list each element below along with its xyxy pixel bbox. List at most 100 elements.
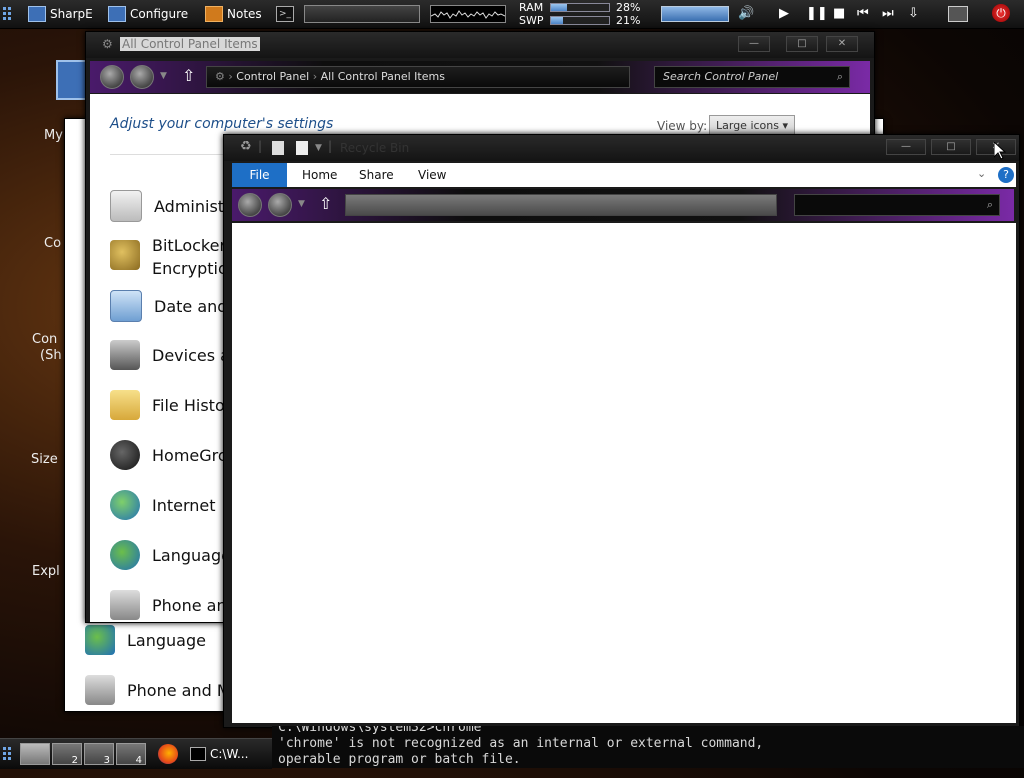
item-language-label: Language — [152, 545, 231, 565]
notes-button[interactable]: Notes — [205, 4, 262, 24]
address-bar[interactable] — [345, 194, 777, 216]
search-icon[interactable]: ⌕ — [987, 195, 993, 215]
up-arrow-icon[interactable]: ⇧ — [182, 66, 195, 85]
item-homegroup[interactable]: HomeGrou — [110, 440, 238, 470]
workspace-4[interactable]: 4 — [116, 743, 146, 766]
maximize-button[interactable]: □ — [931, 139, 971, 155]
expand-ribbon-icon[interactable]: ⌄ — [977, 167, 986, 180]
item-administrative-tools[interactable]: Administr — [110, 190, 231, 222]
tab-view[interactable]: View — [418, 163, 446, 187]
item-file-history[interactable]: File Histo — [110, 390, 225, 420]
desktop-label-con[interactable]: Con — [32, 332, 57, 347]
desktop-label-sh[interactable]: (Sh — [40, 348, 62, 363]
page-heading: Adjust your computer's settings — [110, 116, 334, 132]
recycle-bin-window-icon: ♻ — [240, 139, 252, 154]
properties-icon[interactable] — [272, 141, 284, 155]
homegroup-icon — [110, 440, 140, 470]
breadcrumb-control-panel[interactable]: Control Panel — [236, 70, 309, 83]
address-bar[interactable]: ⚙ › Control Panel › All Control Panel It… — [206, 66, 630, 88]
item-phone-modem[interactable]: Phone and — [110, 590, 237, 620]
file-list-area[interactable] — [232, 223, 1016, 723]
sharpe-button[interactable]: SharpE — [28, 4, 93, 24]
next-icon[interactable]: ⏭ — [882, 6, 894, 21]
power-icon[interactable]: ⏻ — [992, 4, 1010, 22]
console-line-1: C:\Windows\system32>chrome — [278, 726, 482, 735]
tab-share[interactable]: Share — [359, 163, 394, 187]
control-panel-navbar: ▼ ⇧ ⚙ › Control Panel › All Control Pane… — [90, 61, 870, 93]
speaker-icon[interactable]: 🔊 — [738, 6, 754, 21]
windows-switch-icon[interactable] — [948, 6, 968, 22]
previous-icon[interactable]: ⏮ — [857, 6, 869, 21]
maximize-button[interactable]: □ — [786, 36, 818, 52]
item-bitlocker[interactable]: BitLocker Encryptio — [110, 234, 228, 280]
search-input[interactable]: ⌕ — [794, 194, 1000, 216]
pause-icon[interactable]: ❚❚ — [806, 6, 828, 21]
item-devices-printers[interactable]: Devices a — [110, 340, 230, 370]
tab-file[interactable]: File — [232, 163, 287, 187]
configure-label: Configure — [130, 7, 189, 21]
recent-dropdown-icon[interactable]: ▼ — [160, 71, 167, 81]
item-date-time-label: Date and — [154, 296, 228, 316]
item-date-time[interactable]: Date and — [110, 290, 227, 322]
forward-arrow-icon[interactable] — [268, 193, 292, 217]
new-folder-icon[interactable] — [296, 141, 308, 155]
ram-value: 28% — [616, 1, 641, 14]
minimize-button[interactable]: — — [738, 36, 770, 52]
item-internet-options[interactable]: Internet — [110, 490, 216, 520]
back-item-language[interactable]: Language — [85, 625, 206, 655]
control-panel-window-title: All Control Panel Items — [120, 37, 260, 51]
tray-icon[interactable]: ⇩ — [908, 6, 919, 21]
search-placeholder: Search Control Panel — [663, 70, 779, 83]
tab-home[interactable]: Home — [302, 163, 337, 187]
close-button[interactable]: ✕ — [826, 36, 858, 52]
recent-dropdown-icon[interactable]: ▼ — [298, 199, 305, 209]
workspace-3[interactable]: 3 — [84, 743, 114, 766]
breadcrumb-all-items[interactable]: All Control Panel Items — [321, 70, 445, 83]
workspace-1[interactable] — [20, 743, 50, 765]
item-language[interactable]: Language — [110, 540, 231, 570]
swp-bar — [550, 16, 610, 25]
control-panel-titlebar[interactable]: ⚙ All Control Panel Items — □ ✕ — [86, 32, 874, 58]
item-administrative-tools-label: Administr — [154, 196, 231, 216]
recycle-bin-titlebar[interactable]: ♻ | ▼ | Recycle Bin — □ ✕ — [224, 135, 1019, 161]
workspace-2[interactable]: 2 — [52, 743, 82, 766]
devices-icon — [110, 340, 140, 370]
console-window[interactable]: C:\Windows\system32>chrome'chrome' is no… — [272, 726, 1024, 768]
firefox-icon[interactable] — [158, 744, 178, 764]
console-line-2: 'chrome' is not recognized as an interna… — [278, 736, 764, 751]
desktop-label-co[interactable]: Co — [44, 236, 61, 251]
stop-icon[interactable]: ■ — [833, 6, 845, 21]
back-item-phone[interactable]: Phone and Mo — [85, 675, 240, 705]
top-panel: SharpE Configure Notes >_ RAM SWP 28% 21… — [0, 0, 1024, 29]
control-panel-icon: ⚙ › — [215, 70, 233, 83]
search-icon[interactable]: ⌕ — [837, 67, 843, 87]
command-input[interactable] — [304, 5, 420, 23]
recycle-bin-window: ♻ | ▼ | Recycle Bin — □ ✕ File Home Shar… — [223, 134, 1020, 728]
item-devices-printers-label: Devices a — [152, 345, 230, 365]
minimize-button[interactable]: — — [886, 139, 926, 155]
back-arrow-icon[interactable] — [238, 193, 262, 217]
terminal-button[interactable]: >_ — [276, 4, 294, 24]
desktop-label-my[interactable]: My — [44, 128, 63, 143]
phone-modem-icon — [110, 590, 140, 620]
menu-grid-icon[interactable] — [3, 747, 13, 764]
up-arrow-icon[interactable]: ⇧ — [319, 194, 332, 213]
desktop-label-size[interactable]: Size — [31, 452, 58, 467]
view-by-label: View by: — [657, 119, 708, 133]
taskbar-item-cmd-label: C:\W... — [210, 747, 249, 761]
notes-icon — [205, 6, 223, 22]
search-control-panel-input[interactable]: Search Control Panel ⌕ — [654, 66, 850, 88]
forward-arrow-icon[interactable] — [130, 65, 154, 89]
help-icon[interactable]: ? — [998, 167, 1014, 183]
quick-access-dropdown-icon[interactable]: ▼ — [315, 143, 322, 153]
monitor-icon — [108, 6, 126, 22]
volume-slider[interactable] — [661, 6, 729, 22]
desktop-label-expl[interactable]: Expl — [32, 564, 60, 579]
dropdown-arrow-icon: ▾ — [782, 119, 789, 132]
taskbar-item-cmd[interactable]: C:\W... — [190, 743, 268, 765]
back-arrow-icon[interactable] — [100, 65, 124, 89]
play-icon[interactable]: ▶ — [779, 6, 789, 21]
menu-grid-icon[interactable] — [3, 7, 13, 21]
item-bitlocker-line1: BitLocker — [152, 236, 227, 255]
configure-button[interactable]: Configure — [108, 4, 188, 24]
